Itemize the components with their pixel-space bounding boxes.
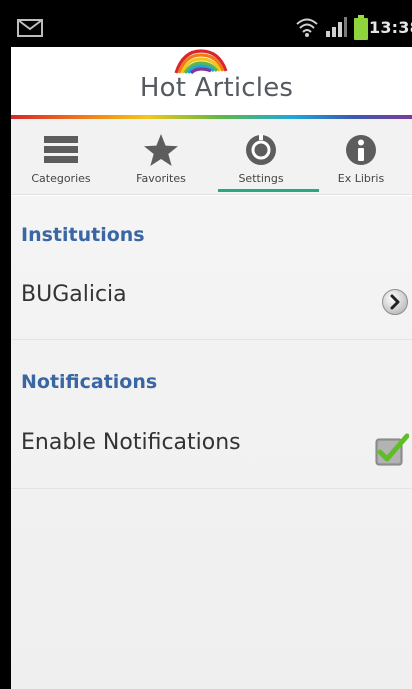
rainbow-arc-icon: [174, 49, 228, 75]
tab-favorites[interactable]: Favorites: [111, 119, 211, 195]
screen: 13:38 Hot Articles: [11, 10, 412, 689]
wifi-icon: [296, 18, 318, 37]
tab-settings[interactable]: Settings: [211, 119, 319, 195]
tab-label: Favorites: [136, 172, 186, 185]
app-logo: Hot Articles: [129, 49, 304, 113]
section-title-notifications: Notifications: [21, 371, 158, 393]
list-icon: [44, 136, 78, 163]
star-icon: [144, 134, 178, 166]
info-icon: [346, 135, 376, 165]
tab-label: Settings: [238, 172, 284, 185]
gear-icon: [246, 134, 276, 165]
institution-row[interactable]: BUGalicia: [11, 264, 412, 340]
divider: [11, 339, 412, 340]
battery-icon: [354, 15, 368, 40]
notifications-label: Enable Notifications: [21, 430, 241, 455]
enable-notifications-checkbox[interactable]: [373, 432, 409, 468]
active-tab-indicator: [218, 189, 319, 192]
institution-label: BUGalicia: [21, 282, 127, 307]
mail-icon: [17, 19, 43, 37]
tab-bar: Categories Favorites Settings Ex Libris: [11, 119, 412, 195]
chevron-right-icon[interactable]: [381, 288, 409, 316]
tab-ex-libris[interactable]: Ex Libris: [311, 119, 411, 195]
divider: [11, 488, 412, 489]
app-header: Hot Articles: [11, 47, 412, 115]
tab-categories[interactable]: Categories: [11, 119, 111, 195]
status-time: 13:38: [369, 18, 412, 37]
app-title: Hot Articles: [139, 73, 294, 103]
notifications-row[interactable]: Enable Notifications: [11, 412, 412, 488]
device-frame: 13:38 Hot Articles: [0, 0, 412, 689]
signal-icon: [326, 17, 347, 37]
section-title-institutions: Institutions: [21, 224, 145, 246]
status-bar: 13:38: [11, 10, 412, 47]
settings-content: Institutions BUGalicia Notifications Ena…: [11, 196, 412, 689]
tab-label: Categories: [31, 172, 91, 185]
tab-label: Ex Libris: [337, 172, 385, 185]
